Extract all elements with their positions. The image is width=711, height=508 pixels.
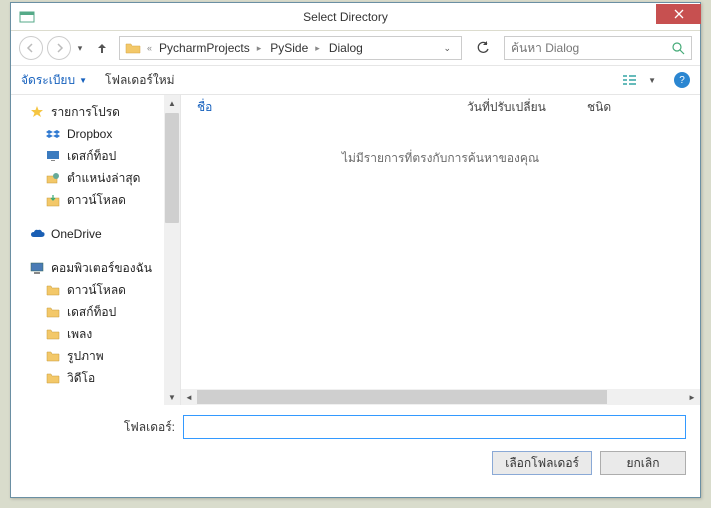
sidebar-item-downloads[interactable]: ดาวน์โหลด bbox=[11, 189, 180, 211]
back-button[interactable] bbox=[19, 36, 43, 60]
download-icon bbox=[45, 192, 61, 208]
search-input[interactable]: ค้นหา Dialog bbox=[504, 36, 692, 60]
sidebar-item-desktop[interactable]: เดสก์ท็อป bbox=[11, 145, 180, 167]
folder-icon bbox=[45, 304, 61, 320]
column-name[interactable]: ชื่อ bbox=[197, 98, 467, 117]
onedrive-icon bbox=[29, 226, 45, 242]
desktop-icon bbox=[45, 148, 61, 164]
computer-icon bbox=[29, 260, 45, 276]
column-date[interactable]: วันที่ปรับเปลี่ยน bbox=[467, 98, 587, 117]
chevron-right-icon: ▸ bbox=[312, 43, 323, 54]
button-row: เลือกโฟลเดอร์ ยกเลิก bbox=[25, 451, 686, 475]
sidebar-item-pc-downloads[interactable]: ดาวน์โหลด bbox=[11, 279, 180, 301]
scrollbar-thumb[interactable] bbox=[197, 390, 607, 404]
scrollbar-track[interactable] bbox=[197, 389, 684, 405]
folder-icon bbox=[45, 326, 61, 342]
horizontal-scrollbar[interactable]: ◄ ► bbox=[181, 389, 700, 405]
column-headers: ชื่อ วันที่ปรับเปลี่ยน ชนิด bbox=[181, 95, 700, 119]
new-folder-button[interactable]: โฟลเดอร์ใหม่ bbox=[105, 71, 175, 90]
toolbar: จัดระเบียบ ▼ โฟลเดอร์ใหม่ ▼ ? bbox=[11, 65, 700, 95]
breadcrumb-part[interactable]: PySide▸ bbox=[268, 41, 325, 55]
folder-icon bbox=[45, 370, 61, 386]
column-type[interactable]: ชนิด bbox=[587, 98, 700, 117]
dropbox-icon bbox=[45, 126, 61, 142]
history-dropdown[interactable]: ▾ bbox=[75, 43, 85, 54]
content-body: รายการโปรด Dropbox เดสก์ท็อป ตำแหน่งล่าส… bbox=[11, 95, 700, 405]
help-button[interactable]: ? bbox=[674, 72, 690, 88]
breadcrumb-part[interactable]: Dialog bbox=[327, 41, 365, 55]
navigation-bar: ▾ « PycharmProjects▸ PySide▸ Dialog ⌄ ค้… bbox=[11, 31, 700, 65]
folder-input[interactable] bbox=[183, 415, 686, 439]
forward-button[interactable] bbox=[47, 36, 71, 60]
breadcrumb-part[interactable]: PycharmProjects▸ bbox=[157, 41, 266, 55]
folder-row: โฟลเดอร์: bbox=[25, 415, 686, 439]
footer: โฟลเดอร์: เลือกโฟลเดอร์ ยกเลิก bbox=[11, 405, 700, 487]
sidebar-item-dropbox[interactable]: Dropbox bbox=[11, 123, 180, 145]
sidebar-item-pc-pictures[interactable]: รูปภาพ bbox=[11, 345, 180, 367]
close-button[interactable] bbox=[656, 4, 701, 24]
chevron-right-icon: ▸ bbox=[254, 43, 265, 54]
select-folder-button[interactable]: เลือกโฟลเดอร์ bbox=[492, 451, 592, 475]
folder-icon bbox=[124, 39, 142, 57]
sidebar-item-recent[interactable]: ตำแหน่งล่าสุด bbox=[11, 167, 180, 189]
scroll-up-icon[interactable]: ▲ bbox=[164, 95, 180, 111]
empty-message: ไม่มีรายการที่ตรงกับการค้นหาของคุณ bbox=[181, 149, 700, 168]
sidebar: รายการโปรด Dropbox เดสก์ท็อป ตำแหน่งล่าส… bbox=[11, 95, 181, 405]
search-placeholder: ค้นหา Dialog bbox=[511, 39, 579, 58]
breadcrumb-prefix: « bbox=[144, 43, 155, 53]
scrollbar-thumb[interactable] bbox=[165, 113, 179, 223]
up-button[interactable] bbox=[93, 39, 111, 57]
sidebar-group-thispc[interactable]: คอมพิวเตอร์ของฉัน bbox=[11, 257, 180, 279]
breadcrumb-bar[interactable]: « PycharmProjects▸ PySide▸ Dialog ⌄ bbox=[119, 36, 462, 60]
chevron-down-icon: ▼ bbox=[79, 76, 87, 85]
scroll-down-icon[interactable]: ▼ bbox=[164, 389, 180, 405]
file-list-pane: ชื่อ วันที่ปรับเปลี่ยน ชนิด ไม่มีรายการท… bbox=[181, 95, 700, 405]
dialog-window: Select Directory ▾ « PycharmProjects▸ Py… bbox=[10, 2, 701, 498]
sidebar-group-onedrive[interactable]: OneDrive bbox=[11, 223, 180, 245]
scroll-left-icon[interactable]: ◄ bbox=[181, 389, 197, 405]
sidebar-item-pc-desktop[interactable]: เดสก์ท็อป bbox=[11, 301, 180, 323]
view-options-button[interactable]: ▼ bbox=[623, 73, 656, 87]
star-icon bbox=[29, 104, 45, 120]
folder-icon bbox=[45, 282, 61, 298]
organize-menu[interactable]: จัดระเบียบ ▼ bbox=[21, 71, 87, 90]
app-icon bbox=[19, 9, 35, 25]
search-icon bbox=[672, 42, 685, 55]
titlebar: Select Directory bbox=[11, 3, 700, 31]
sidebar-group-favorites[interactable]: รายการโปรด bbox=[11, 101, 180, 123]
breadcrumb-dropdown[interactable]: ⌄ bbox=[437, 43, 457, 54]
recent-icon bbox=[45, 170, 61, 186]
folder-icon bbox=[45, 348, 61, 364]
chevron-down-icon: ▼ bbox=[648, 76, 656, 85]
sidebar-scrollbar[interactable]: ▲ ▼ bbox=[164, 95, 180, 405]
refresh-button[interactable] bbox=[472, 37, 494, 59]
sidebar-item-pc-videos[interactable]: วิดีโอ bbox=[11, 367, 180, 389]
sidebar-item-pc-music[interactable]: เพลง bbox=[11, 323, 180, 345]
cancel-button[interactable]: ยกเลิก bbox=[600, 451, 686, 475]
window-title: Select Directory bbox=[35, 10, 656, 24]
scroll-right-icon[interactable]: ► bbox=[684, 389, 700, 405]
folder-label: โฟลเดอร์: bbox=[25, 418, 175, 437]
